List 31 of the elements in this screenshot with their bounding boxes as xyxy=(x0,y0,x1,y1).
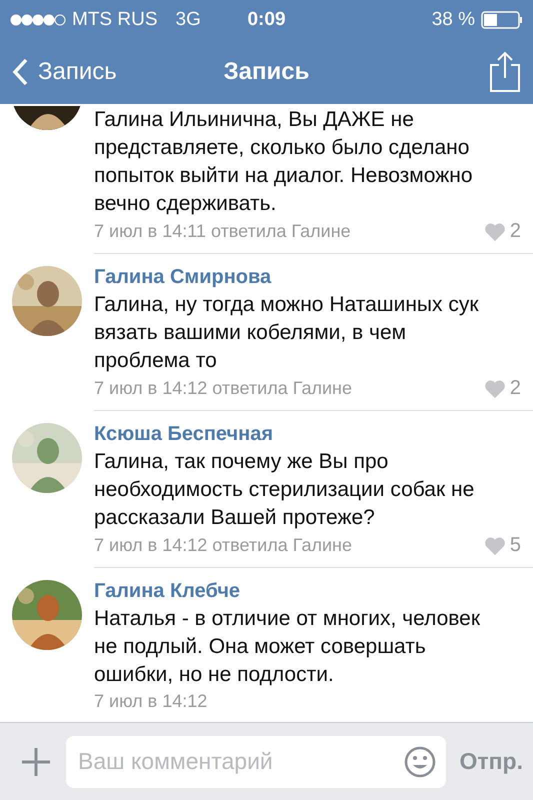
share-icon[interactable] xyxy=(489,51,522,93)
like-count: 5 xyxy=(510,534,521,557)
author-name[interactable]: Галина Смирнова xyxy=(94,266,521,289)
author-name[interactable]: Галина Клебче xyxy=(94,580,521,603)
comment-meta: 7 июл в 14:12 xyxy=(94,691,208,712)
clock-time: 0:09 xyxy=(247,9,286,31)
send-button[interactable]: Отпр. xyxy=(460,748,523,775)
like-count: 2 xyxy=(510,220,521,243)
author-name[interactable]: Ксюша Беспечная xyxy=(94,423,521,446)
battery-icon xyxy=(481,11,523,29)
signal-icon xyxy=(10,14,66,26)
back-button[interactable]: Запись xyxy=(12,58,224,86)
comment-field[interactable]: Ваш комментарий xyxy=(66,736,446,788)
page-title: Запись xyxy=(224,58,310,86)
heart-icon[interactable] xyxy=(484,222,506,242)
heart-icon[interactable] xyxy=(484,536,506,556)
comment-text: Галина Ильинична, Вы ДАЖЕ не представляете, сколько было сделано попыток выйти на диалог. Невозможно вечно сдерживать. xyxy=(94,107,474,217)
comment-text: Галина, так почему же Вы про необходимость стерилизации собак не рассказали Вашей протеже? xyxy=(94,449,476,531)
comment-text: Наталья - в отличие от многих, человек не подлый. Она может совершать ошибки, но не подлости. xyxy=(94,606,482,688)
plus-icon[interactable] xyxy=(20,746,52,778)
smiley-icon[interactable] xyxy=(404,746,436,778)
comment-meta: 7 июл в 14:12 ответила Галине xyxy=(94,378,353,399)
comment-meta: 7 июл в 14:11 ответила Галине xyxy=(94,221,352,242)
carrier-name: MTS RUS xyxy=(72,9,158,31)
comment-meta: 7 июл в 14:12 ответила Галине xyxy=(94,535,353,556)
chevron-left-icon xyxy=(12,58,28,86)
battery-percent: 38 % xyxy=(432,9,475,31)
comment-text: Галина, ну тогда можно Наташиных сук вязать вашими кобелями, в чем проблема то xyxy=(94,292,480,374)
heart-icon[interactable] xyxy=(484,378,506,398)
like-count: 2 xyxy=(510,377,521,400)
network-type: 3G xyxy=(176,9,201,31)
